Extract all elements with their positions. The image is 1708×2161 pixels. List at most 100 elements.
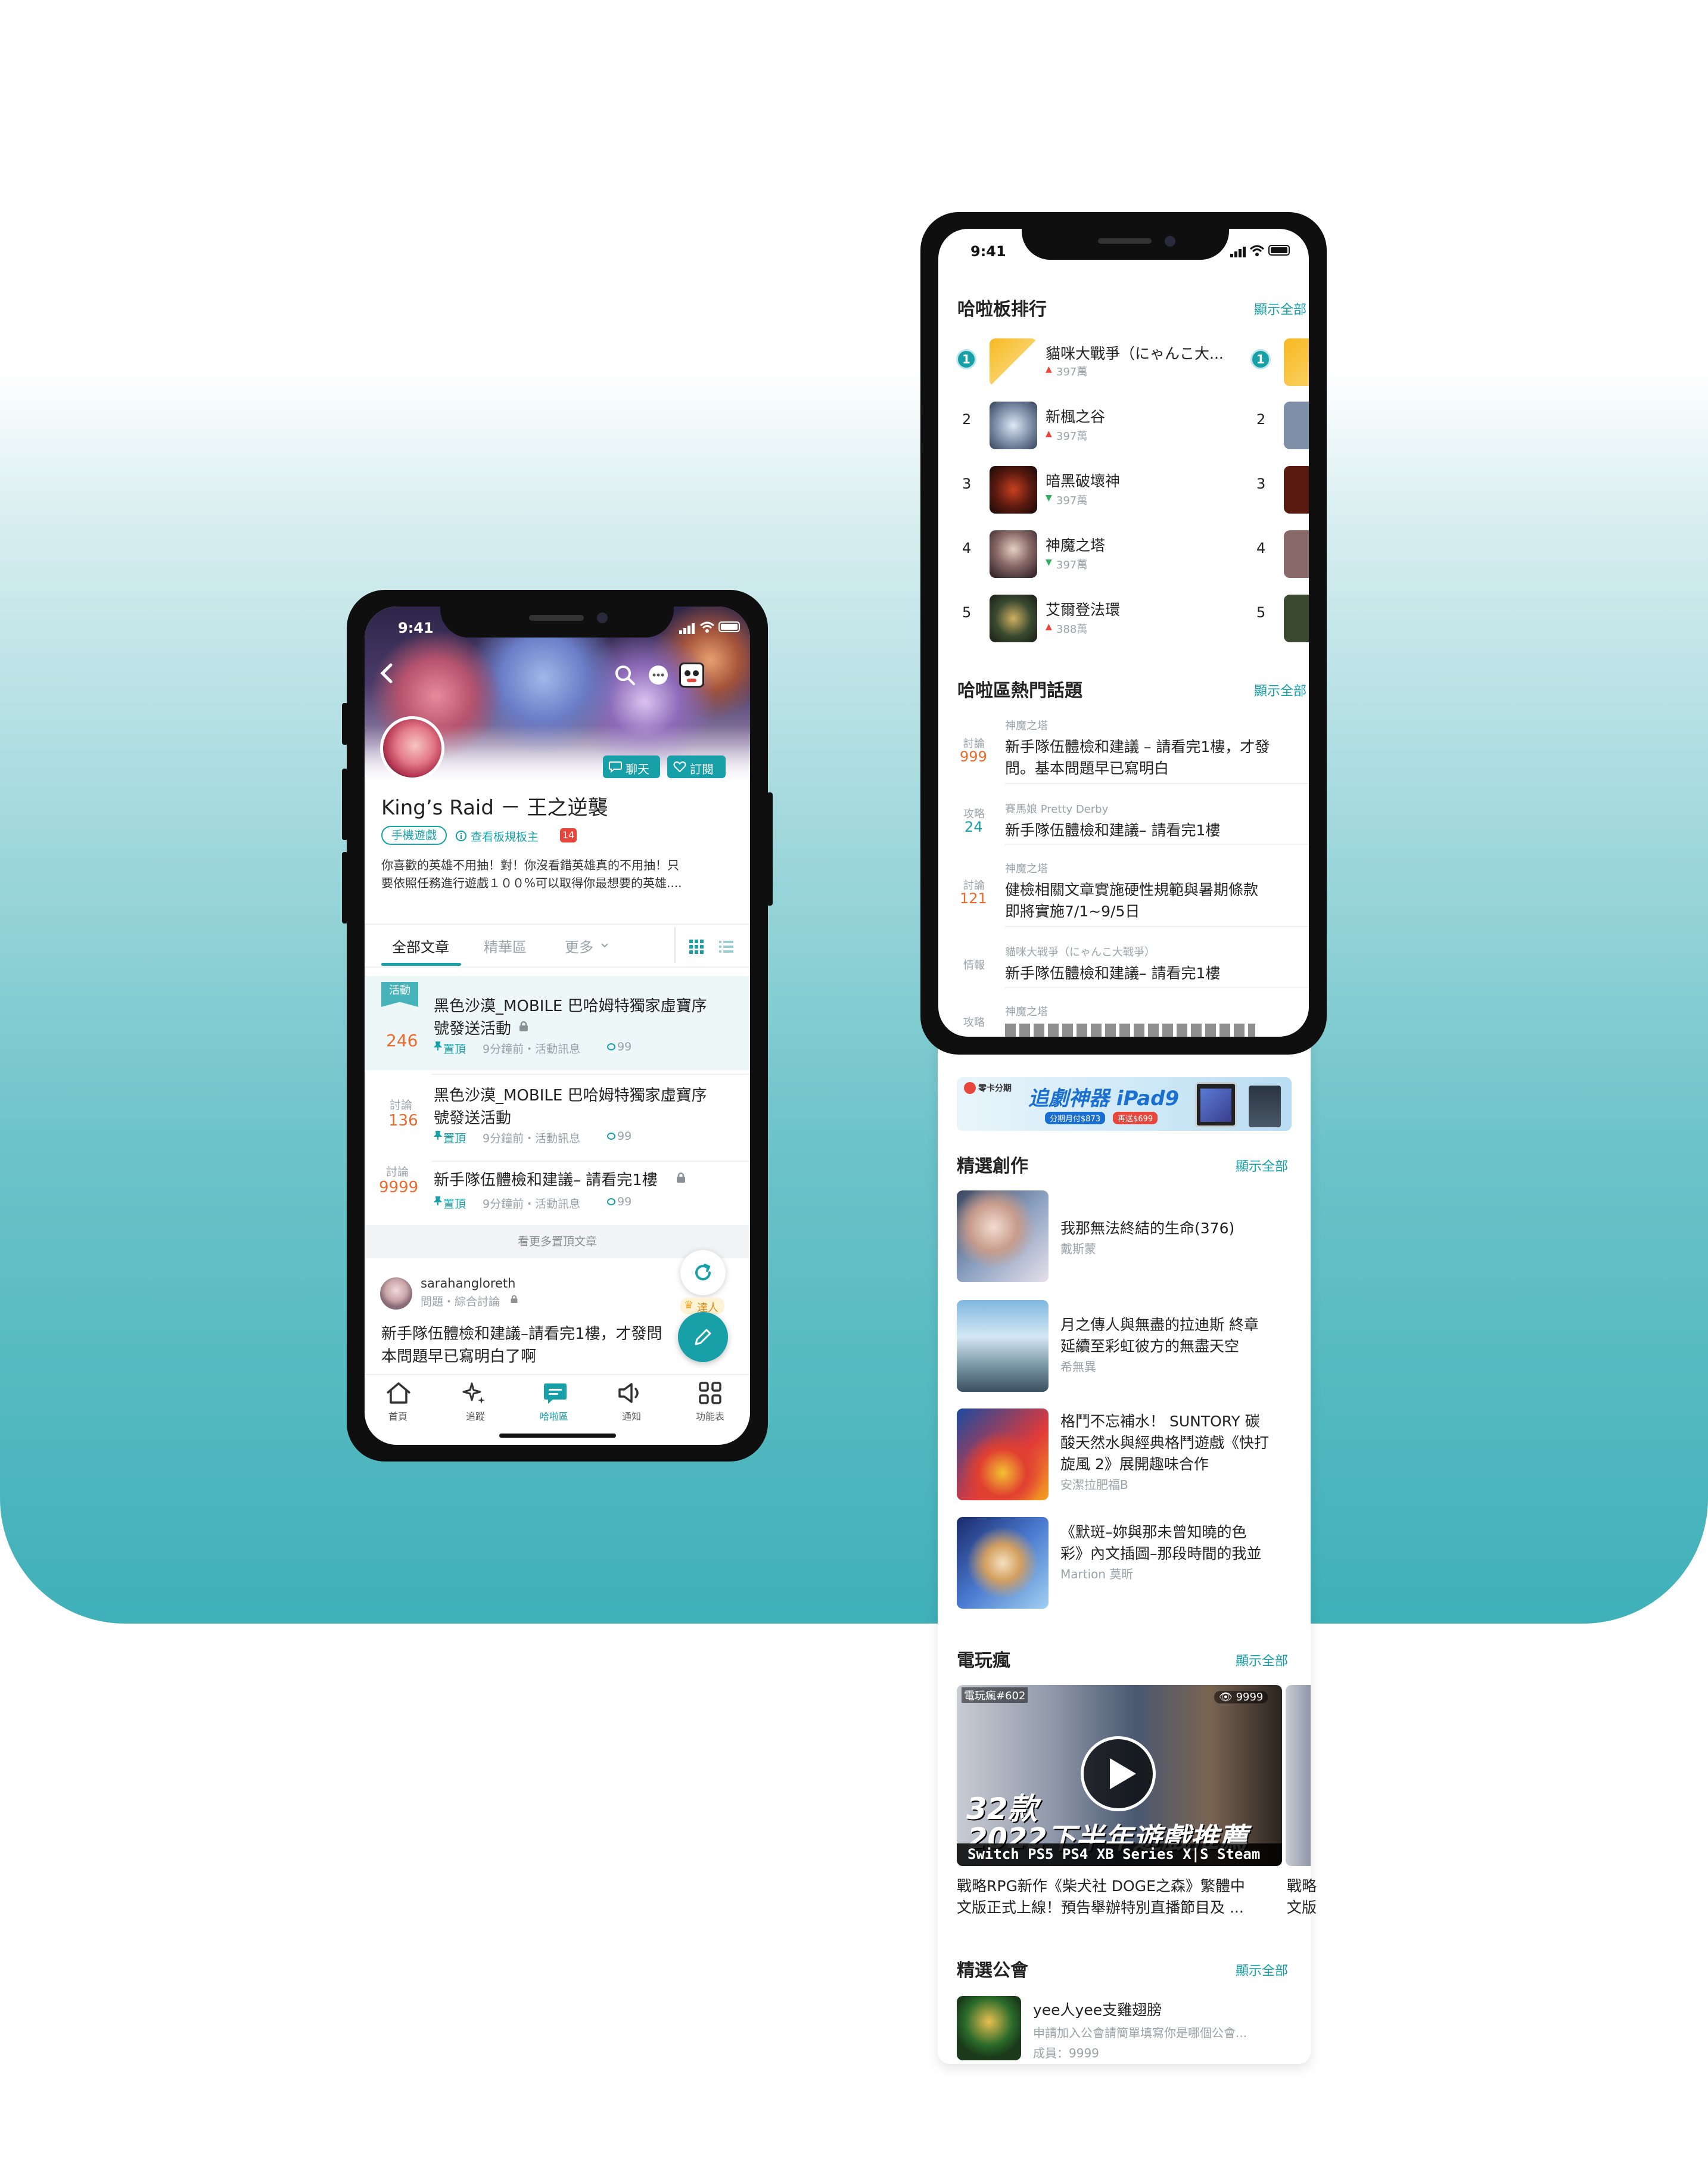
post-title-cont: 號發送活動 [434,1109,512,1127]
creation-item-title[interactable]: 《默斑–妳與那未曾知曉的色 [1060,1521,1247,1542]
nav-forum[interactable]: 哈啦區 [540,1408,568,1423]
guild-show-all[interactable]: 顯示全部 [1236,1960,1288,1979]
video-caption[interactable]: 戰略RPG新作《柴犬社 DOGE之森》繁體中 [957,1874,1245,1896]
rank-item-name[interactable]: 貓咪大戰爭（にゃんこ大... [1046,342,1224,363]
play-button[interactable] [1081,1736,1156,1811]
tab-more[interactable]: 更多 [565,935,593,956]
user-name: sarahangloreth [421,1276,516,1291]
hot-topic-count: 999 [960,748,987,765]
wifi-icon [1249,245,1265,256]
notification-speaker-icon[interactable] [617,1381,645,1405]
creation-item-title[interactable]: 格鬥不忘補水！ SUNTORY 碳 [1060,1410,1260,1431]
view-rules-link[interactable]: 查看板規板主 [455,826,574,845]
menu-grid-icon[interactable] [698,1381,722,1405]
hot-topic-title[interactable]: 健檢相關文章實施硬性規範與暑期條款 [1005,878,1258,900]
chat-icon [609,761,622,773]
subscribe-button[interactable]: 訂閱 [667,755,726,778]
views-icon [607,1198,615,1205]
rank-item-name[interactable]: 暗黑破壞神 [1046,469,1120,491]
video-thumbnail[interactable]: 電玩瘋#602 👁 9999 32款 2022下半年遊戲推薦 Switch PS… [957,1685,1282,1866]
lock-icon [511,1295,518,1303]
right-phone-screen: 9:41 哈啦板排行 顯示全部 1 貓咪大戰爭（にゃんこ大... ▲ 397萬 … [938,229,1309,1037]
post-title: 黑色沙漠_MOBILE 巴哈姆特獨家虛寶序 [434,997,707,1015]
board-icon-peek[interactable] [1284,595,1309,642]
trend-down-icon: ▼ [1046,558,1052,567]
home-icon[interactable] [385,1381,412,1405]
board-icon-cat[interactable] [990,338,1037,386]
board-icon-peek[interactable] [1284,402,1309,449]
right-phone-frame: 9:41 哈啦板排行 顯示全部 1 貓咪大戰爭（にゃんこ大... ▲ 397萬 … [920,212,1327,1055]
search-icon[interactable] [614,664,636,686]
nav-home[interactable]: 首頁 [388,1408,407,1423]
wifi-icon [699,621,715,633]
status-time: 9:41 [970,243,1006,260]
creation-item-title[interactable]: 我那無法終結的生命(376) [1060,1217,1234,1238]
trend-up-icon: ▲ [1046,622,1052,632]
creation-item-title[interactable]: 月之傳人與無盡的拉迪斯 終章 [1060,1313,1259,1335]
user-avatar[interactable] [380,1277,412,1310]
ad-headline: 追劇神器 iPad9 [1028,1087,1180,1111]
trend-up-icon: ▲ [1046,429,1052,439]
nav-notify[interactable]: 通知 [622,1408,641,1423]
hot-topic-title[interactable]: 新手隊伍體檢和建議– 請看完1樓 [1005,819,1220,840]
creation-thumb-2[interactable] [957,1300,1049,1392]
board-icon-maple[interactable] [990,402,1037,449]
list-view-icon[interactable] [718,939,734,954]
creation-show-all[interactable]: 顯示全部 [1236,1156,1288,1175]
video-show-all[interactable]: 顯示全部 [1236,1650,1288,1669]
board-icon-peek[interactable] [1284,530,1309,578]
back-icon[interactable] [378,661,396,685]
guild-avatar[interactable] [957,1996,1021,2060]
post-title: 黑色沙漠_MOBILE 巴哈姆特獨家虛寶序 [434,1087,707,1105]
hot-topics-show-all[interactable]: 顯示全部 [1254,680,1306,699]
refresh-icon [695,1264,711,1280]
nav-follow[interactable]: 追蹤 [466,1408,485,1423]
views-badge: 👁 9999 [1214,1691,1268,1703]
board-icon-elden[interactable] [990,595,1037,642]
chat-bubble-icon[interactable] [647,664,670,686]
video-thumbnail-peek[interactable] [1286,1685,1311,1866]
chevron-down-icon [601,943,608,948]
board-avatar [380,716,444,781]
post-count: 9999 [379,1179,419,1196]
creation-thumb-1[interactable] [957,1190,1049,1282]
board-icon-peek[interactable] [1284,338,1309,386]
heart-icon [673,761,686,773]
grid-view-icon[interactable] [689,939,704,954]
background-band [0,369,1708,1624]
battery-icon [718,621,740,632]
refresh-button[interactable] [680,1250,726,1295]
guild-section-title: 精選公會 [957,1960,1028,1981]
rank-item-name[interactable]: 神魔之塔 [1046,534,1105,555]
hot-topic-title[interactable]: 新手隊伍體檢和建議 – 請看完1樓，才發 [1005,735,1270,757]
lock-icon [677,1172,685,1183]
creation-thumb-4[interactable] [957,1517,1049,1609]
tab-featured[interactable]: 精華區 [484,935,527,956]
rank-item-name[interactable]: 新楓之谷 [1046,405,1105,427]
creation-thumb-3[interactable] [957,1408,1049,1500]
hot-topic-title[interactable]: 新手隊伍體檢和建議– 請看完1樓 [1005,962,1220,983]
ad-banner[interactable]: 零卡分期 追劇神器 iPad9 分期月付$873 再送$699 [957,1077,1292,1131]
board-icon-tower[interactable] [990,530,1037,578]
rank-item-name[interactable]: 艾爾登法環 [1046,598,1120,620]
guild-name[interactable]: yee人yee支雞翅膀 [1033,1998,1162,2020]
forum-icon[interactable] [542,1381,568,1406]
mascot-icon[interactable] [679,663,704,688]
category-tag[interactable]: 手機遊戲 [381,826,447,845]
post-title: 新手隊伍體檢和建議– 請看完1樓 [434,1171,658,1189]
board-icon-diablo[interactable] [990,466,1037,514]
left-phone-frame: 9:41 聊天 訂閱 King’s Raid － 王之逆襲 手機遊戲 查看板規板… [342,590,773,1462]
trend-down-icon: ▼ [1046,493,1052,503]
ranking-show-all[interactable]: 顯示全部 [1254,299,1306,318]
views-icon [607,1043,615,1050]
board-icon-peek[interactable] [1284,466,1309,514]
rank-badge-1: 1 [956,349,976,369]
hot-topic-count: 121 [960,890,987,907]
compose-button[interactable] [678,1312,728,1362]
nav-menu[interactable]: 功能表 [696,1408,724,1423]
tab-all-articles[interactable]: 全部文章 [392,935,449,956]
chat-button[interactable]: 聊天 [603,755,660,778]
accessory-image [1249,1086,1281,1127]
sparkle-icon[interactable] [461,1380,487,1406]
hot-topics-title: 哈啦區熱門話題 [957,680,1082,701]
